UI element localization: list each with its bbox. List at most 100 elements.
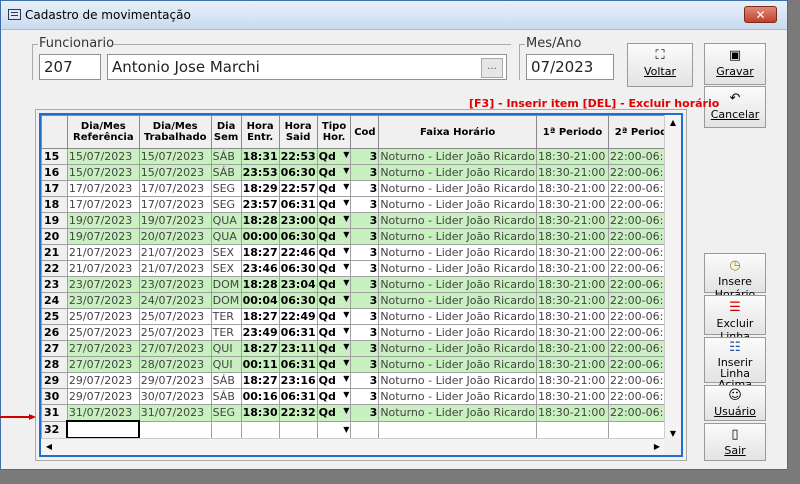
cell-cod[interactable]: 3 xyxy=(351,357,379,373)
cell-dia-sem[interactable]: SEG xyxy=(211,181,241,197)
cell-dia-sem[interactable]: TER xyxy=(211,309,241,325)
cell-hora-entr[interactable]: 18:28 xyxy=(241,277,279,293)
cell-dia-sem[interactable]: SÁB xyxy=(211,389,241,405)
cell-cod[interactable]: 3 xyxy=(351,277,379,293)
cell-ref[interactable]: 21/07/2023 xyxy=(67,245,139,261)
cell-periodo-1[interactable]: 18:30-21:00 xyxy=(537,325,609,341)
cell-periodo-1[interactable]: 18:30-21:00 xyxy=(537,165,609,181)
cell-dia-sem[interactable]: SÁB xyxy=(211,149,241,165)
cell-dia-sem[interactable]: QUI xyxy=(211,341,241,357)
cell-faixa[interactable]: Noturno - Lider João Ricardo xyxy=(379,181,537,197)
cell-tipo-hor[interactable]: Qd▼ xyxy=(317,293,351,309)
cell-trab[interactable]: 25/07/2023 xyxy=(139,325,211,341)
cell-faixa[interactable]: Noturno - Lider João Ricardo xyxy=(379,357,537,373)
cell-tipo-hor[interactable]: Qd▼ xyxy=(317,197,351,213)
cell-cod[interactable]: 3 xyxy=(351,213,379,229)
cell-ref[interactable]: 25/07/2023 xyxy=(67,309,139,325)
cell-hora-entr[interactable]: 18:29 xyxy=(241,181,279,197)
cell-trab[interactable]: 29/07/2023 xyxy=(139,373,211,389)
cell-trab[interactable]: 19/07/2023 xyxy=(139,213,211,229)
col-header-tipo-hor[interactable]: Tipo Hor. xyxy=(317,116,351,149)
cell-faixa[interactable]: Noturno - Lider João Ricardo xyxy=(379,261,537,277)
cell-ref[interactable]: 21/07/2023 xyxy=(67,261,139,277)
col-header-dia-mes-referencia[interactable]: Dia/Mes Referência xyxy=(67,116,139,149)
cell-hora-said[interactable]: 23:16 xyxy=(279,373,317,389)
cell-dia-sem[interactable]: DOM xyxy=(211,293,241,309)
cell-trab[interactable]: 30/07/2023 xyxy=(139,389,211,405)
col-header-dia-mes-trabalhado[interactable]: Dia/Mes Trabalhado xyxy=(139,116,211,149)
cell-cod[interactable]: 3 xyxy=(351,389,379,405)
scroll-up-arrow[interactable]: ▲ xyxy=(665,115,681,131)
cell-hora-entr[interactable]: 18:30 xyxy=(241,405,279,422)
row-number[interactable]: 17 xyxy=(42,181,68,197)
cell-ref[interactable]: 23/07/2023 xyxy=(67,277,139,293)
mes-ano-field[interactable]: 07/2023 xyxy=(526,54,614,80)
cell-cod[interactable]: 3 xyxy=(351,181,379,197)
cell-faixa[interactable]: Noturno - Lider João Ricardo xyxy=(379,373,537,389)
cell-periodo-1[interactable]: 18:30-21:00 xyxy=(537,341,609,357)
cell-periodo-1[interactable]: 18:30-21:00 xyxy=(537,389,609,405)
cell-hora-said[interactable]: 23:11 xyxy=(279,341,317,357)
cell-ref[interactable]: 15/07/2023 xyxy=(67,149,139,165)
close-button[interactable]: ✕ xyxy=(744,6,777,23)
cell-ref[interactable]: 17/07/2023 xyxy=(67,181,139,197)
chevron-down-icon[interactable]: ▼ xyxy=(343,374,349,383)
cell-ref[interactable]: 25/07/2023 xyxy=(67,325,139,341)
cell-faixa[interactable] xyxy=(379,421,537,438)
excluir-linha-button[interactable]: ☰ Excluir Linha xyxy=(704,295,766,335)
cell-trab[interactable]: 25/07/2023 xyxy=(139,309,211,325)
chevron-down-icon[interactable]: ▼ xyxy=(343,390,349,399)
cell-ref[interactable]: 27/07/2023 xyxy=(67,341,139,357)
cell-periodo-1[interactable]: 18:30-21:00 xyxy=(537,293,609,309)
cell-cod[interactable]: 3 xyxy=(351,261,379,277)
cell-dia-sem[interactable]: SEX xyxy=(211,245,241,261)
cell-dia-sem[interactable]: DOM xyxy=(211,277,241,293)
cell-trab[interactable]: 24/07/2023 xyxy=(139,293,211,309)
cell-hora-entr[interactable]: 23:53 xyxy=(241,165,279,181)
cell-trab[interactable]: 31/07/2023 xyxy=(139,405,211,422)
cell-tipo-hor[interactable]: Qd▼ xyxy=(317,277,351,293)
cell-cod[interactable]: 3 xyxy=(351,165,379,181)
cell-hora-said[interactable]: 22:57 xyxy=(279,181,317,197)
cell-hora-entr[interactable]: 18:27 xyxy=(241,373,279,389)
cell-dia-sem[interactable]: SÁB xyxy=(211,373,241,389)
cell-tipo-hor[interactable]: Qd▼ xyxy=(317,341,351,357)
table-row[interactable]: 1515/07/202315/07/2023SÁB18:3122:53Qd▼3N… xyxy=(42,149,681,165)
cell-faixa[interactable]: Noturno - Lider João Ricardo xyxy=(379,277,537,293)
cell-hora-entr[interactable]: 23:49 xyxy=(241,325,279,341)
row-number[interactable]: 26 xyxy=(42,325,68,341)
cell-trab[interactable]: 23/07/2023 xyxy=(139,277,211,293)
chevron-down-icon[interactable]: ▼ xyxy=(343,406,349,415)
cell-periodo-1[interactable]: 18:30-21:00 xyxy=(537,245,609,261)
cell-tipo-hor[interactable]: Qd▼ xyxy=(317,325,351,341)
cell-hora-said[interactable]: 23:00 xyxy=(279,213,317,229)
cell-periodo-1[interactable]: 18:30-21:00 xyxy=(537,213,609,229)
cell-faixa[interactable]: Noturno - Lider João Ricardo xyxy=(379,245,537,261)
cell-ref[interactable] xyxy=(67,421,139,438)
cell-cod[interactable] xyxy=(351,421,379,438)
table-row[interactable]: 2121/07/202321/07/2023SEX18:2722:46Qd▼3N… xyxy=(42,245,681,261)
cell-periodo-1[interactable]: 18:30-21:00 xyxy=(537,229,609,245)
cell-hora-said[interactable] xyxy=(279,421,317,438)
cell-tipo-hor[interactable]: Qd▼ xyxy=(317,245,351,261)
usuario-button[interactable]: ☺ Usuário xyxy=(704,385,766,421)
row-number[interactable]: 28 xyxy=(42,357,68,373)
cell-hora-said[interactable]: 22:32 xyxy=(279,405,317,422)
row-number[interactable]: 19 xyxy=(42,213,68,229)
cell-periodo-1[interactable]: 18:30-21:00 xyxy=(537,277,609,293)
cell-tipo-hor[interactable]: Qd▼ xyxy=(317,261,351,277)
col-header-faixa-horario[interactable]: Faixa Horário xyxy=(379,116,537,149)
cell-periodo-1[interactable] xyxy=(537,421,609,438)
table-row[interactable]: 3029/07/202330/07/2023SÁB00:1606:31Qd▼3N… xyxy=(42,389,681,405)
cell-ref[interactable]: 19/07/2023 xyxy=(67,213,139,229)
cell-hora-entr[interactable]: 18:31 xyxy=(241,149,279,165)
horizontal-scrollbar[interactable]: ◀ ▶ xyxy=(41,438,665,455)
cell-ref[interactable]: 17/07/2023 xyxy=(67,197,139,213)
cell-hora-entr[interactable]: 23:57 xyxy=(241,197,279,213)
cell-trab[interactable]: 21/07/2023 xyxy=(139,261,211,277)
cell-cod[interactable]: 3 xyxy=(351,197,379,213)
chevron-down-icon[interactable]: ▼ xyxy=(343,294,349,303)
cell-ref[interactable]: 29/07/2023 xyxy=(67,373,139,389)
table-row[interactable]: 2221/07/202321/07/2023SEX23:4606:30Qd▼3N… xyxy=(42,261,681,277)
cell-faixa[interactable]: Noturno - Lider João Ricardo xyxy=(379,213,537,229)
